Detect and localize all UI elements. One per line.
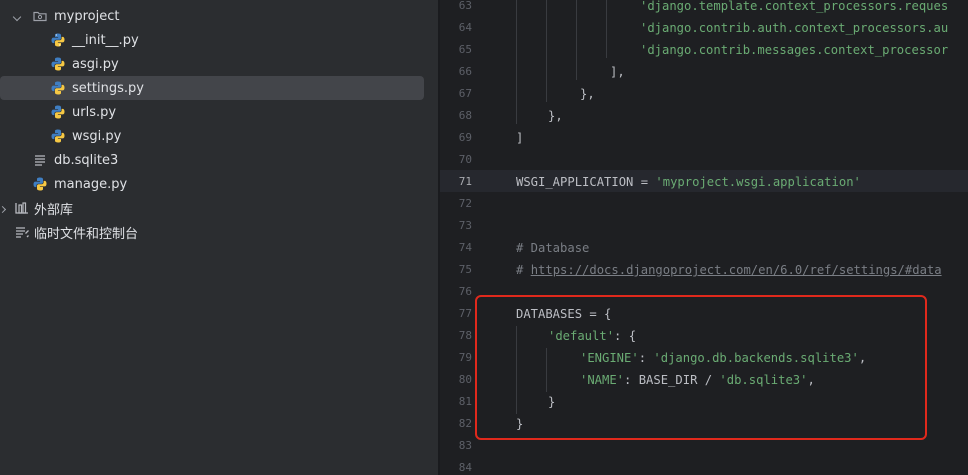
- indent-guide: [576, 0, 577, 80]
- python-file-icon: [50, 104, 66, 120]
- code-line-75: # https://docs.djangoproject.com/en/6.0/…: [516, 263, 942, 277]
- code-line-64: 'django.contrib.auth.context_processors.…: [640, 21, 949, 35]
- code-line-71: WSGI_APPLICATION = 'myproject.wsgi.appli…: [516, 175, 861, 189]
- code-line-74: # Database: [516, 241, 590, 255]
- text-file-icon: [32, 152, 48, 168]
- tree-item-label: wsgi.py: [72, 128, 122, 144]
- python-file-icon: [50, 32, 66, 48]
- python-file-icon: [50, 56, 66, 72]
- library-icon: [14, 200, 30, 216]
- line-number: 84: [458, 461, 472, 474]
- docs-link[interactable]: https://docs.djangoproject.com/en/6.0/re…: [531, 263, 942, 277]
- chevron-down-icon[interactable]: [12, 9, 30, 24]
- line-number: 76: [458, 285, 472, 298]
- project-tree-panel: myproject __init__.py asgi.py settings.p…: [0, 0, 438, 475]
- tree-item-label: __init__.py: [72, 32, 139, 48]
- indent-guide: [516, 0, 517, 124]
- line-number: 77: [458, 307, 472, 320]
- line-number: 70: [458, 153, 472, 166]
- tree-scratches-consoles[interactable]: 临时文件和控制台: [0, 220, 438, 244]
- code-line-68: },: [548, 109, 563, 123]
- tree-item-label: 临时文件和控制台: [34, 226, 139, 242]
- tree-item-label: 外部库: [34, 202, 74, 218]
- python-file-icon: [50, 128, 66, 144]
- line-number: 72: [458, 197, 472, 210]
- line-number: 83: [458, 439, 472, 452]
- folder-icon: [32, 8, 48, 24]
- code-line-63: 'django.template.context_processors.requ…: [640, 0, 949, 13]
- line-number: 82: [458, 417, 472, 430]
- tree-folder-myproject[interactable]: myproject: [0, 4, 438, 28]
- line-number: 63: [458, 0, 472, 12]
- tree-file-wsgi[interactable]: wsgi.py: [0, 124, 438, 148]
- tree-item-label: myproject: [54, 8, 120, 24]
- line-number: 81: [458, 395, 472, 408]
- tree-item-label: urls.py: [72, 104, 117, 120]
- indent-guide: [606, 0, 607, 58]
- scratch-icon: [14, 224, 30, 240]
- line-number: 65: [458, 43, 472, 56]
- code-line-67: },: [580, 87, 595, 101]
- line-number: 75: [458, 263, 472, 276]
- tree-file-asgi[interactable]: asgi.py: [0, 52, 438, 76]
- line-number: 67: [458, 87, 472, 100]
- tree-item-label: db.sqlite3: [54, 152, 119, 168]
- line-number: 71: [458, 175, 472, 188]
- tree-file-manage[interactable]: manage.py: [0, 172, 438, 196]
- tree-file-db[interactable]: db.sqlite3: [0, 148, 438, 172]
- indent-guide: [546, 0, 547, 102]
- tree-external-libraries[interactable]: 外部库: [0, 196, 438, 220]
- tree-file-init[interactable]: __init__.py: [0, 28, 438, 52]
- line-number: 68: [458, 109, 472, 122]
- line-number: 73: [458, 219, 472, 232]
- tree-item-label: manage.py: [54, 176, 128, 192]
- code-line-66: ],: [610, 65, 625, 79]
- python-file-icon: [32, 176, 48, 192]
- annotation-highlight-box: [475, 295, 927, 440]
- tree-item-label: asgi.py: [72, 56, 119, 72]
- line-number: 80: [458, 373, 472, 386]
- chevron-right-icon[interactable]: [0, 201, 12, 216]
- code-line-65: 'django.contrib.messages.context_process…: [640, 43, 949, 57]
- code-line-69: ]: [516, 131, 524, 145]
- line-number: 78: [458, 329, 472, 342]
- line-number: 69: [458, 131, 472, 144]
- tree-item-label: settings.py: [72, 80, 144, 96]
- tree-file-settings[interactable]: settings.py: [0, 76, 438, 100]
- tree-file-urls[interactable]: urls.py: [0, 100, 438, 124]
- line-number: 66: [458, 65, 472, 78]
- line-number: 74: [458, 241, 472, 254]
- line-number: 64: [458, 21, 472, 34]
- python-file-icon: [50, 80, 66, 96]
- line-number: 79: [458, 351, 472, 364]
